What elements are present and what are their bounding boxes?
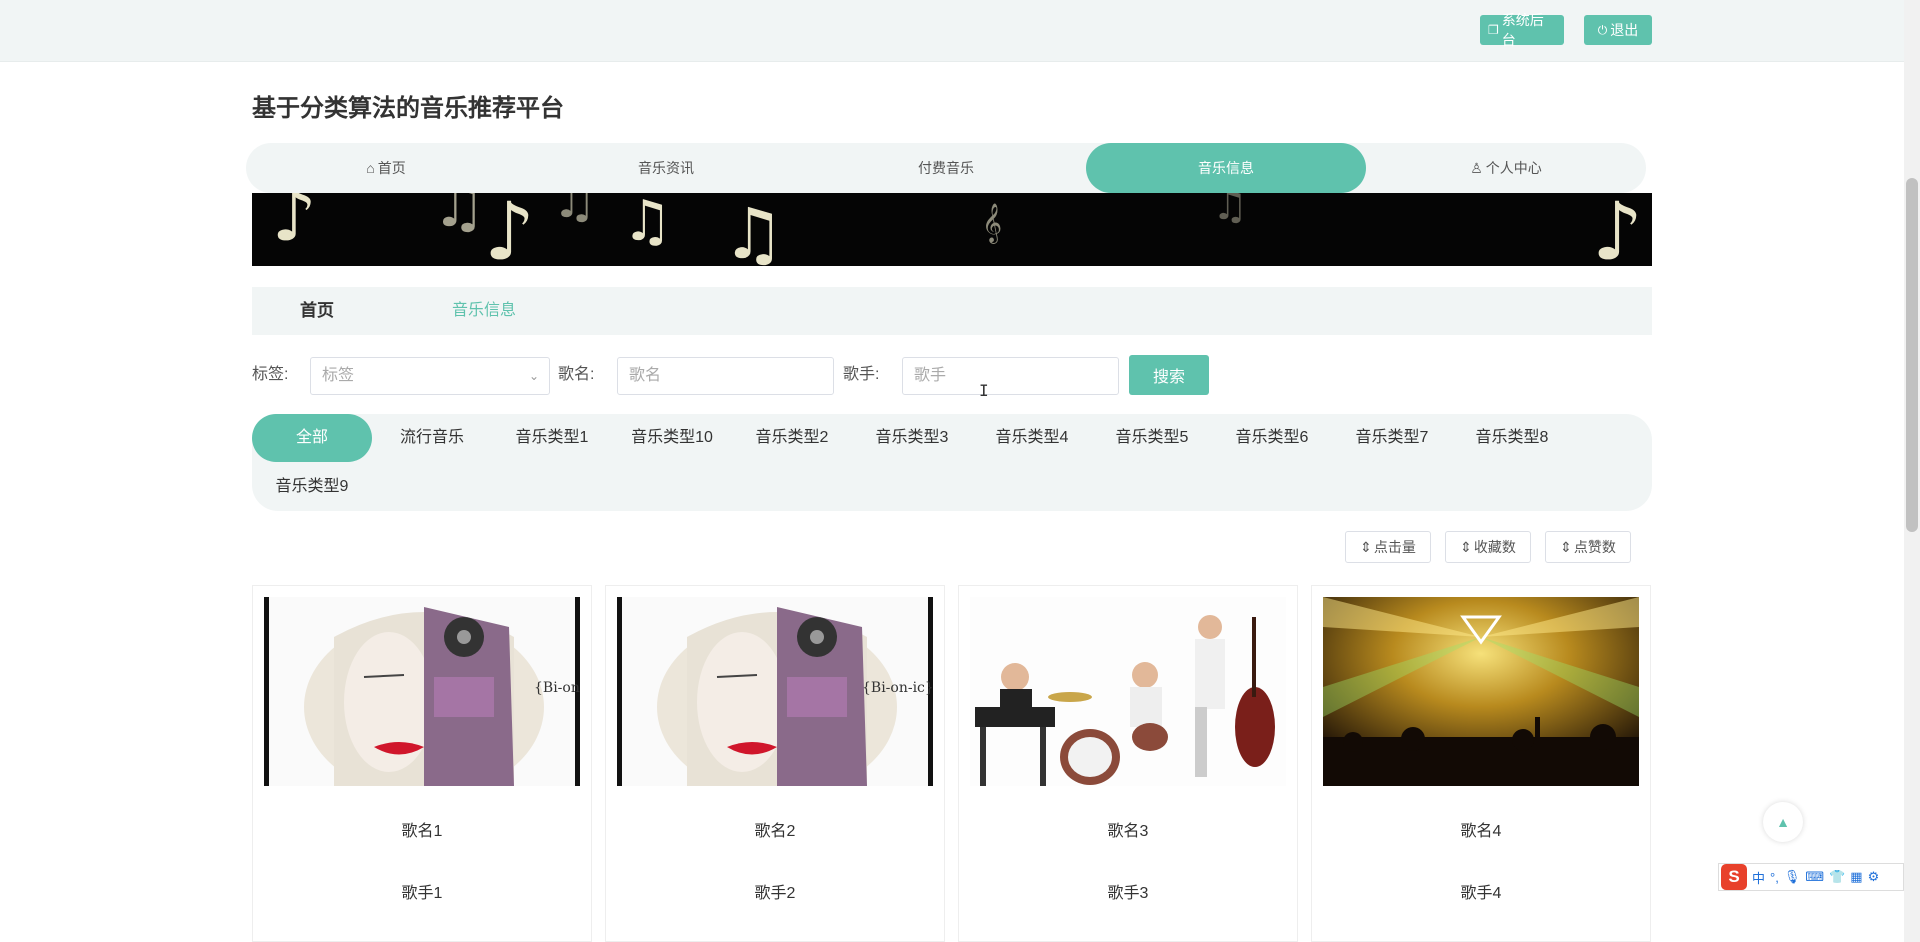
sort-icon: ⇕: [1460, 538, 1472, 555]
category-tabs: 全部 流行音乐 音乐类型1 音乐类型10 音乐类型2 音乐类型3 音乐类型4 音…: [252, 414, 1652, 511]
triangle-up-icon: ▲: [1776, 814, 1790, 830]
song-label: 歌名:: [558, 366, 595, 383]
svg-text:{Bi-on-ic}: {Bi-on-ic}: [534, 680, 580, 696]
breadcrumb-current: 音乐信息: [452, 302, 517, 319]
microphone-icon[interactable]: 🎙: [1784, 869, 1801, 885]
toolbox-icon[interactable]: ▦: [1850, 869, 1862, 885]
nav-item-music-news[interactable]: 音乐资讯: [526, 143, 806, 193]
music-card[interactable]: {Bi-on-ic} 歌名1 歌手1: [252, 585, 592, 942]
sort-favorites-button[interactable]: ⇕ 收藏数: [1445, 531, 1531, 563]
music-note-icon: ♪: [272, 193, 317, 257]
concert-photo-image[interactable]: [1323, 597, 1639, 786]
nav-item-music-info[interactable]: 音乐信息: [1086, 143, 1366, 193]
category-type2[interactable]: 音乐类型2: [732, 414, 852, 462]
nav-item-personal-center[interactable]: ♙ 个人中心: [1366, 143, 1646, 193]
category-type1[interactable]: 音乐类型1: [492, 414, 612, 462]
admin-button[interactable]: ❐ 系统后台: [1480, 12, 1564, 48]
sort-likes-button[interactable]: ⇕ 点赞数: [1545, 531, 1631, 563]
tag-label: 标签:: [252, 366, 289, 383]
song-name-placeholder: 歌名: [629, 367, 662, 384]
category-type10[interactable]: 音乐类型10: [612, 414, 732, 462]
category-type5[interactable]: 音乐类型5: [1092, 414, 1212, 462]
nav-item-label: 首页: [377, 160, 406, 176]
music-note-icon: ♪: [484, 193, 536, 266]
search-button[interactable]: 搜索: [1129, 355, 1209, 395]
band-photo-image[interactable]: [970, 597, 1286, 786]
treble-clef-icon: 𝄞: [982, 203, 1003, 243]
tag-select-placeholder: 标签: [322, 367, 355, 384]
sort-clicks-button[interactable]: ⇕ 点击量: [1345, 531, 1431, 563]
singer-name: 歌手3: [1107, 885, 1149, 902]
category-pop[interactable]: 流行音乐: [372, 414, 492, 462]
logout-button[interactable]: ⏻ 退出: [1584, 15, 1652, 45]
music-note-icon: ♫: [722, 193, 785, 266]
power-icon: ⏻: [1597, 22, 1608, 37]
main-nav: ⌂ 首页 音乐资讯 付费音乐 音乐信息 ♙ 个人中心: [246, 143, 1646, 193]
back-to-top-button[interactable]: ▲: [1763, 802, 1803, 842]
music-note-icon: ♪: [1592, 193, 1644, 266]
singer-name: 歌手4: [1460, 885, 1502, 902]
search-filter-bar: 标签: 标签 ⌄ 歌名: 歌名 歌手: 歌手 搜索: [252, 355, 1652, 395]
music-note-icon: ♫: [1212, 193, 1248, 229]
breadcrumb-home[interactable]: 首页: [300, 287, 334, 335]
category-type8[interactable]: 音乐类型8: [1452, 414, 1572, 462]
keyboard-icon[interactable]: ⌨: [1805, 869, 1824, 885]
category-type4[interactable]: 音乐类型4: [972, 414, 1092, 462]
nav-item-label: 音乐信息: [1198, 160, 1254, 176]
home-icon: ⌂: [366, 160, 375, 176]
skin-icon[interactable]: 👕: [1829, 869, 1845, 885]
nav-item-paid-music[interactable]: 付费音乐: [806, 143, 1086, 193]
chevron-down-icon: ⌄: [528, 369, 539, 383]
ime-language-toggle[interactable]: 中: [1752, 868, 1765, 887]
music-note-icon: ♫: [552, 193, 597, 229]
song-name[interactable]: 歌名4: [1312, 817, 1650, 841]
singer-name: 歌手2: [754, 885, 796, 902]
album-cover-image[interactable]: {Bi-on-ic}: [264, 597, 580, 786]
text-cursor-icon: I: [979, 381, 989, 400]
punctuation-icon[interactable]: °,: [1770, 870, 1779, 885]
music-card[interactable]: {Bi-on-ic} 歌名2 歌手2: [605, 585, 945, 942]
sort-icon: ⇕: [1360, 538, 1372, 555]
singer-placeholder: 歌手: [914, 367, 947, 384]
category-type9[interactable]: 音乐类型9: [252, 463, 372, 511]
song-name[interactable]: 歌名3: [959, 817, 1297, 841]
music-card[interactable]: 歌名3 歌手3: [958, 585, 1298, 942]
scrollbar-thumb[interactable]: [1906, 178, 1918, 532]
copy-icon: ❐: [1488, 23, 1499, 37]
banner-image: ♪ ♫ ♪ ♫ ♫ ♫ 𝄞 ♫ ♪: [252, 193, 1652, 266]
sort-icon: ⇕: [1560, 538, 1572, 555]
album-cover-image[interactable]: {Bi-on-ic}: [617, 597, 933, 786]
music-note-icon: ♫: [622, 193, 673, 254]
category-type3[interactable]: 音乐类型3: [852, 414, 972, 462]
category-type7[interactable]: 音乐类型7: [1332, 414, 1452, 462]
admin-button-label: 系统后台: [1501, 12, 1544, 48]
category-all[interactable]: 全部: [252, 414, 372, 462]
song-name[interactable]: 歌名1: [253, 817, 591, 841]
song-name[interactable]: 歌名2: [606, 817, 944, 841]
sort-clicks-label: 点击量: [1373, 539, 1416, 555]
ime-settings-icon[interactable]: ⚙: [1868, 869, 1880, 885]
singer-label: 歌手:: [843, 366, 880, 383]
ime-toolbar: S 中 °, 🎙 ⌨ 👕 ▦ ⚙: [1718, 863, 1904, 891]
logout-button-label: 退出: [1610, 22, 1639, 38]
user-icon: ♙: [1470, 159, 1483, 176]
music-card[interactable]: 歌名4 歌手4: [1311, 585, 1651, 942]
breadcrumb: 首页 音乐信息: [252, 287, 1652, 335]
nav-item-label: 音乐资讯: [638, 160, 694, 176]
nav-item-label: 付费音乐: [918, 160, 974, 176]
category-type6[interactable]: 音乐类型6: [1212, 414, 1332, 462]
nav-item-home[interactable]: ⌂ 首页: [246, 143, 526, 193]
site-title: 基于分类算法的音乐推荐平台: [252, 95, 564, 122]
tag-select[interactable]: 标签 ⌄: [310, 357, 550, 395]
sogou-logo-icon[interactable]: S: [1721, 864, 1747, 890]
sort-likes-label: 点赞数: [1573, 539, 1616, 555]
sort-favorites-label: 收藏数: [1473, 539, 1516, 555]
song-name-input[interactable]: 歌名: [617, 357, 834, 395]
nav-item-label: 个人中心: [1485, 160, 1542, 176]
singer-name: 歌手1: [401, 885, 443, 902]
svg-text:{Bi-on-ic}: {Bi-on-ic}: [862, 680, 933, 696]
singer-input[interactable]: 歌手: [902, 357, 1119, 395]
music-note-icon: ♫: [432, 193, 486, 241]
